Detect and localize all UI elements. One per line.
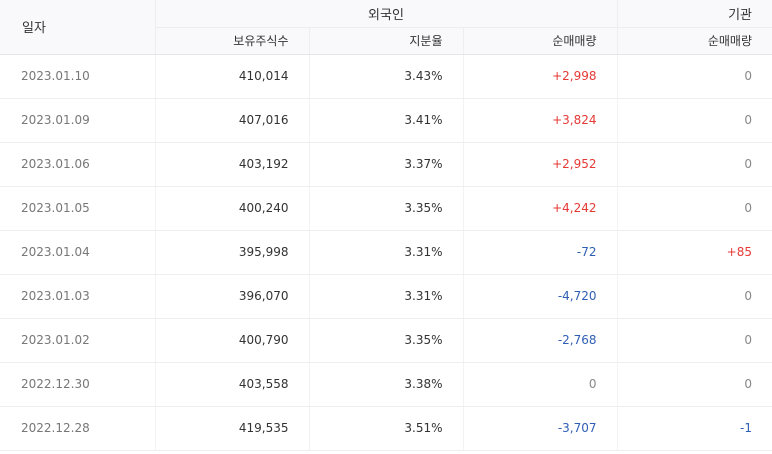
table-row: 2022.12.28 419,535 3.51% -3,707 -1 <box>0 406 772 451</box>
table-row: 2023.01.09 407,016 3.41% +3,824 0 <box>0 98 772 143</box>
holdings-cell: 403,558 <box>155 362 310 407</box>
date-cell: 2023.01.09 <box>0 98 156 143</box>
foreign-net-cell: 0 <box>463 362 618 407</box>
holdings-cell: 396,070 <box>155 274 310 319</box>
header-foreign: 외국인 <box>155 0 618 28</box>
date-cell: 2023.01.05 <box>0 186 156 231</box>
header-institution: 기관 <box>617 0 772 28</box>
table-row: 2022.12.30 403,558 3.38% 0 0 <box>0 362 772 407</box>
institution-net-cell: -1 <box>617 406 772 451</box>
institution-net-cell: 0 <box>617 142 772 187</box>
table-header: 일자 외국인 기관 보유주식수 지분율 순매매량 순매매량 <box>0 0 772 55</box>
date-cell: 2023.01.03 <box>0 274 156 319</box>
date-cell: 2022.12.30 <box>0 362 156 407</box>
date-cell: 2023.01.06 <box>0 142 156 187</box>
ratio-cell: 3.38% <box>309 362 464 407</box>
ratio-cell: 3.43% <box>309 54 464 99</box>
date-cell: 2023.01.04 <box>0 230 156 275</box>
institution-net-cell: 0 <box>617 98 772 143</box>
investor-trading-table: 일자 외국인 기관 보유주식수 지분율 순매매량 순매매량 2023.01.10… <box>0 0 772 451</box>
holdings-cell: 410,014 <box>155 54 310 99</box>
holdings-cell: 400,240 <box>155 186 310 231</box>
holdings-cell: 407,016 <box>155 98 310 143</box>
institution-net-cell: 0 <box>617 318 772 363</box>
table-body: 2023.01.10 410,014 3.43% +2,998 0 2023.0… <box>0 54 772 451</box>
foreign-net-cell: -2,768 <box>463 318 618 363</box>
holdings-cell: 395,998 <box>155 230 310 275</box>
header-ratio: 지분율 <box>309 27 464 55</box>
date-cell: 2022.12.28 <box>0 406 156 451</box>
foreign-net-cell: -3,707 <box>463 406 618 451</box>
table-row: 2023.01.03 396,070 3.31% -4,720 0 <box>0 274 772 319</box>
date-cell: 2023.01.02 <box>0 318 156 363</box>
ratio-cell: 3.51% <box>309 406 464 451</box>
table-row: 2023.01.10 410,014 3.43% +2,998 0 <box>0 54 772 99</box>
foreign-net-cell: -4,720 <box>463 274 618 319</box>
institution-net-cell: 0 <box>617 186 772 231</box>
institution-net-cell: +85 <box>617 230 772 275</box>
table-row: 2023.01.02 400,790 3.35% -2,768 0 <box>0 318 772 363</box>
header-institution-net: 순매매량 <box>617 27 772 55</box>
foreign-net-cell: +3,824 <box>463 98 618 143</box>
ratio-cell: 3.35% <box>309 318 464 363</box>
header-holdings: 보유주식수 <box>155 27 310 55</box>
ratio-cell: 3.35% <box>309 186 464 231</box>
table-row: 2023.01.04 395,998 3.31% -72 +85 <box>0 230 772 275</box>
ratio-cell: 3.31% <box>309 274 464 319</box>
table-row: 2023.01.05 400,240 3.35% +4,242 0 <box>0 186 772 231</box>
table-row: 2023.01.06 403,192 3.37% +2,952 0 <box>0 142 772 187</box>
ratio-cell: 3.41% <box>309 98 464 143</box>
holdings-cell: 400,790 <box>155 318 310 363</box>
ratio-cell: 3.37% <box>309 142 464 187</box>
foreign-net-cell: +2,998 <box>463 54 618 99</box>
foreign-net-cell: -72 <box>463 230 618 275</box>
header-foreign-net: 순매매량 <box>463 27 618 55</box>
institution-net-cell: 0 <box>617 274 772 319</box>
institution-net-cell: 0 <box>617 362 772 407</box>
holdings-cell: 403,192 <box>155 142 310 187</box>
header-date: 일자 <box>0 0 156 55</box>
foreign-net-cell: +4,242 <box>463 186 618 231</box>
date-cell: 2023.01.10 <box>0 54 156 99</box>
foreign-net-cell: +2,952 <box>463 142 618 187</box>
institution-net-cell: 0 <box>617 54 772 99</box>
ratio-cell: 3.31% <box>309 230 464 275</box>
holdings-cell: 419,535 <box>155 406 310 451</box>
